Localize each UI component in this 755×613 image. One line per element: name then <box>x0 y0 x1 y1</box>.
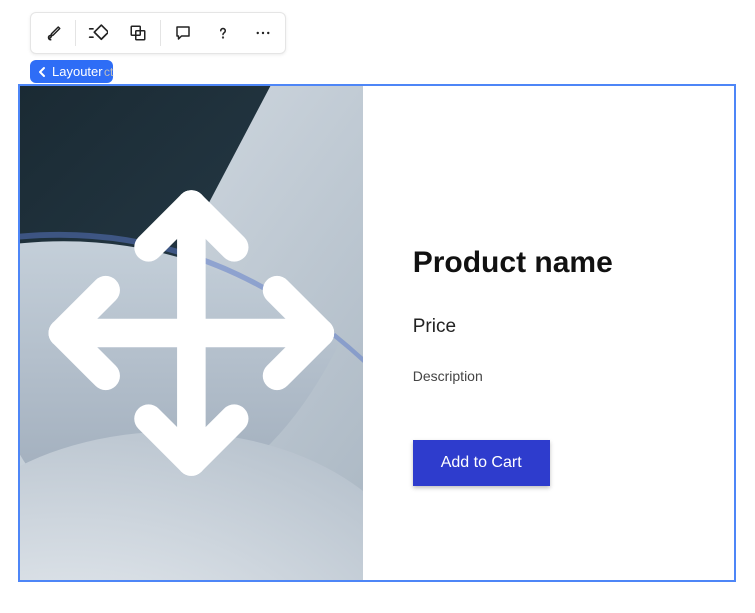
product-name[interactable]: Product name <box>413 246 684 280</box>
help-icon <box>214 24 232 42</box>
comment-button[interactable] <box>163 15 203 51</box>
product-image-area[interactable] <box>20 86 363 580</box>
align-button[interactable] <box>78 15 118 51</box>
overlap-icon <box>129 24 147 42</box>
product-description[interactable]: Description <box>413 368 684 384</box>
layouter-label: Layouter <box>52 64 103 79</box>
overlap-button[interactable] <box>118 15 158 51</box>
brush-button[interactable] <box>33 15 73 51</box>
product-price[interactable]: Price <box>413 316 684 338</box>
layouter-breadcrumb[interactable]: Layouter <box>30 60 113 83</box>
toolbar-separator <box>75 20 76 46</box>
product-image-placeholder <box>20 86 363 580</box>
toolbar-separator <box>160 20 161 46</box>
more-icon <box>254 24 272 42</box>
product-info-area: Product name Price Description Add to Ca… <box>363 86 734 580</box>
comment-icon <box>174 24 192 42</box>
help-button[interactable] <box>203 15 243 51</box>
brush-icon <box>44 24 62 42</box>
add-to-cart-button[interactable]: Add to Cart <box>413 440 550 486</box>
more-button[interactable] <box>243 15 283 51</box>
align-icon <box>88 24 108 42</box>
floating-toolbar <box>30 12 286 54</box>
selected-layout[interactable]: Product name Price Description Add to Ca… <box>18 84 736 582</box>
chevron-left-icon <box>38 66 48 78</box>
